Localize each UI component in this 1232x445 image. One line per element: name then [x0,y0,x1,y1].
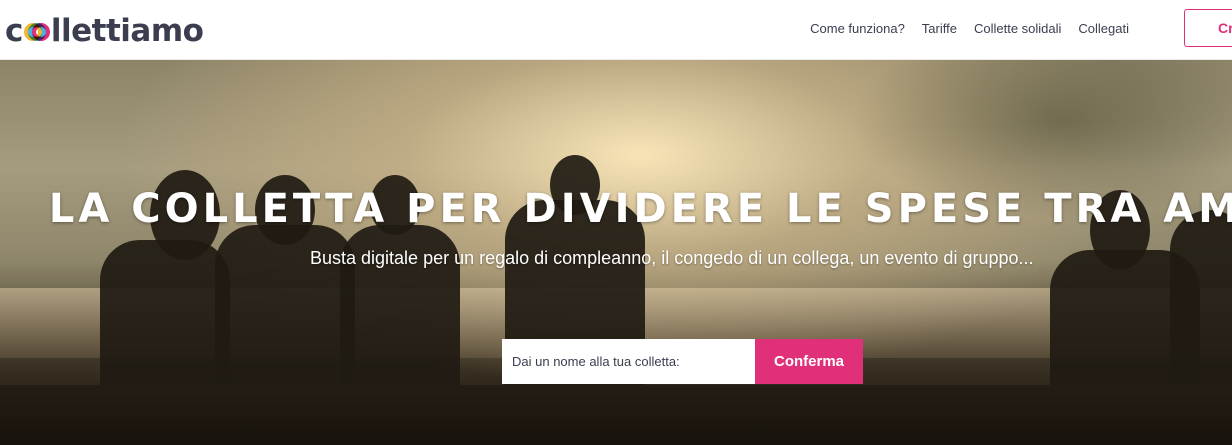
top-navbar: c llettiamo Come funziona? Tariffe Colle… [0,0,1232,60]
hero-title: LA COLLETTA PER DIVIDERE LE SPESE TRA AM… [48,186,1232,232]
nav-come-funziona[interactable]: Come funziona? [810,21,905,36]
hero-banner: LA COLLETTA PER DIVIDERE LE SPESE TRA AM… [0,60,1232,445]
logo-letter: c [5,13,23,49]
hero-subtitle: Busta digitale per un regalo di complean… [310,248,1034,268]
confirm-button[interactable]: Conferma [755,339,863,384]
nav-tariffe[interactable]: Tariffe [922,21,957,36]
logo-rings-icon [23,23,50,43]
logo-wordmark: llettiamo [50,13,204,49]
colletta-name-form: Conferma [502,339,863,384]
collettiamo-logo[interactable]: c llettiamo [5,11,204,51]
main-nav: Come funziona? Tariffe Collette solidali… [810,21,1129,36]
pink-ring [31,23,50,41]
nav-collegati[interactable]: Collegati [1078,21,1129,36]
colletta-name-input[interactable] [502,339,755,384]
create-colletta-button[interactable]: Crea [1184,9,1232,47]
nav-collette-solidali[interactable]: Collette solidali [974,21,1061,36]
hero-foreground-wall [0,385,1232,445]
